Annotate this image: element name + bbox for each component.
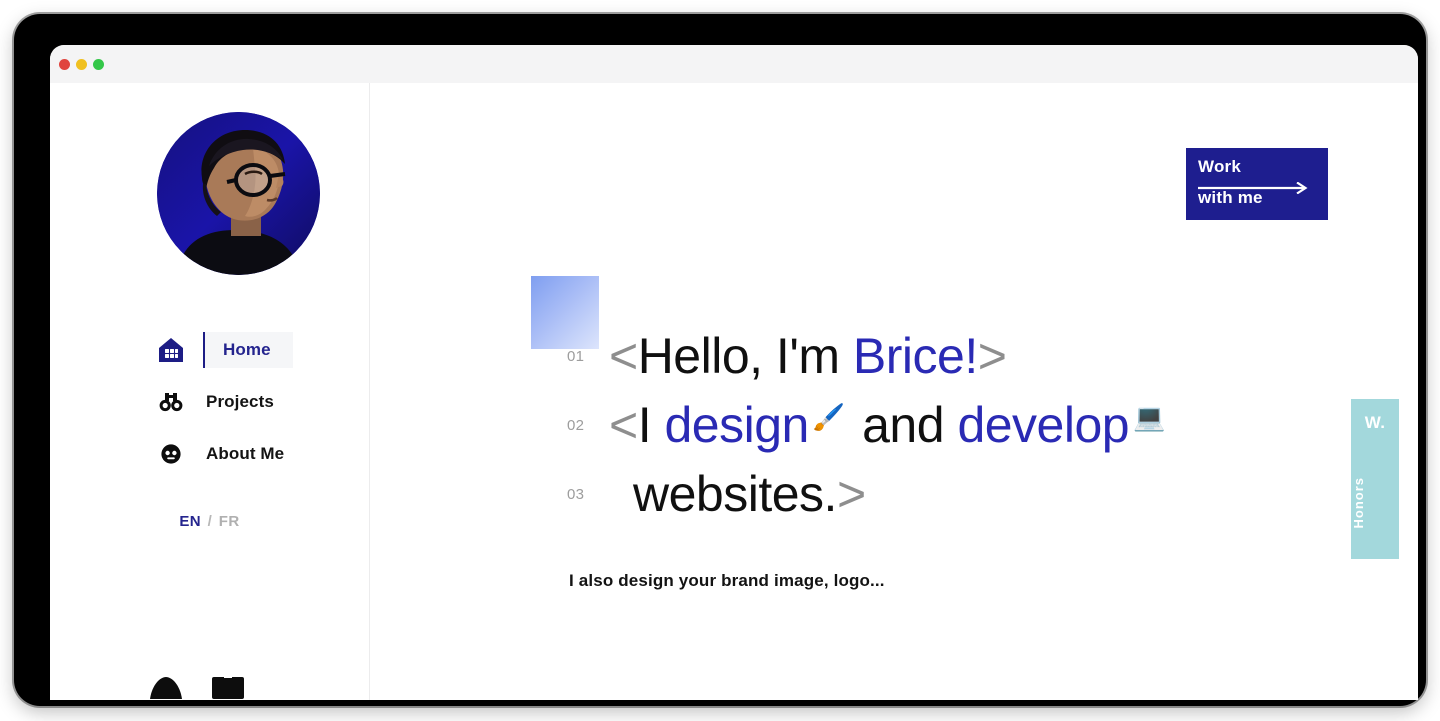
- paintbrush-emoji: 🖌️: [812, 402, 845, 432]
- maximize-window-button[interactable]: [93, 59, 104, 70]
- angle-bracket-open: <: [609, 328, 638, 384]
- main-content: Work with me 01 <Hello, I'm Brice!> 02 <…: [371, 83, 1418, 700]
- avatar: [157, 112, 320, 275]
- honors-tab[interactable]: W. Honors: [1351, 399, 1399, 559]
- laptop-emoji: 💻: [1133, 402, 1165, 432]
- minimize-window-button[interactable]: [76, 59, 87, 70]
- cta-line-bottom: with me: [1198, 188, 1263, 207]
- work-with-me-button[interactable]: Work with me: [1186, 148, 1328, 220]
- sidebar-item-home-chip: Home: [203, 332, 293, 368]
- language-en[interactable]: EN: [179, 513, 201, 530]
- close-window-button[interactable]: [59, 59, 70, 70]
- binoculars-icon: [156, 387, 186, 417]
- headline-text: <Hello, I'm Brice!>: [609, 328, 1007, 384]
- headline-text: <I design 🖌️ and develop 💻: [609, 400, 1169, 450]
- page-body: Home Projects About Me EN / FR Work with…: [50, 83, 1418, 700]
- headline-line: 01 <Hello, I'm Brice!>: [567, 331, 1387, 400]
- sidebar-item-projects-chip: Projects: [206, 392, 274, 412]
- language-fr[interactable]: FR: [219, 513, 240, 530]
- social-link-icon[interactable]: [148, 671, 184, 700]
- headline-line: 03 websites.>: [567, 469, 1387, 538]
- sidebar-item-label: Home: [223, 340, 271, 359]
- angle-bracket-close: >: [836, 466, 866, 522]
- language-separator: /: [207, 513, 213, 530]
- browser-titlebar: [50, 45, 1418, 83]
- headline-name: Brice!: [852, 328, 978, 384]
- honors-label: Honors: [1351, 477, 1366, 529]
- social-links: [148, 671, 246, 700]
- sidebar-item-about-me[interactable]: About Me: [50, 432, 369, 476]
- sidebar-item-label: About Me: [206, 444, 285, 463]
- face-icon: [156, 439, 186, 469]
- sidebar-nav: Home Projects About Me: [50, 328, 369, 484]
- sidebar-item-projects[interactable]: Projects: [50, 380, 369, 424]
- headline-line: 02 <I design 🖌️ and develop 💻: [567, 400, 1387, 469]
- headline-text: websites.>: [609, 469, 866, 519]
- headline-code-block: 01 <Hello, I'm Brice!> 02 <I design 🖌️ an…: [567, 331, 1387, 538]
- sidebar: Home Projects About Me EN / FR: [50, 83, 370, 700]
- cta-line-top: Work: [1198, 157, 1241, 176]
- browser-window: Home Projects About Me EN / FR Work with…: [50, 45, 1418, 700]
- subtitle: I also design your brand image, logo...: [569, 571, 885, 590]
- headline-keyword-develop: develop: [957, 397, 1130, 453]
- avatar-portrait-photo: [157, 112, 320, 275]
- sidebar-item-about-me-chip: About Me: [206, 444, 284, 464]
- headline-segment: and: [848, 397, 958, 453]
- line-number: 03: [567, 486, 585, 503]
- headline-keyword-design: design: [664, 397, 810, 453]
- device-bezel: Home Projects About Me EN / FR Work with…: [14, 14, 1426, 706]
- headline-segment: Hello, I'm: [637, 328, 853, 384]
- headline-segment: I: [637, 397, 665, 453]
- honors-mark: W.: [1364, 413, 1386, 432]
- house-icon: [156, 335, 186, 365]
- angle-bracket-open: <: [609, 397, 638, 453]
- sidebar-item-home[interactable]: Home: [50, 328, 369, 372]
- line-number: 02: [567, 417, 585, 434]
- social-link-icon[interactable]: [210, 671, 246, 700]
- angle-bracket-close: >: [977, 328, 1007, 384]
- sidebar-item-label: Projects: [206, 392, 274, 411]
- headline-segment: websites.: [633, 466, 837, 522]
- language-switcher: EN / FR: [50, 513, 369, 530]
- line-number: 01: [567, 348, 585, 365]
